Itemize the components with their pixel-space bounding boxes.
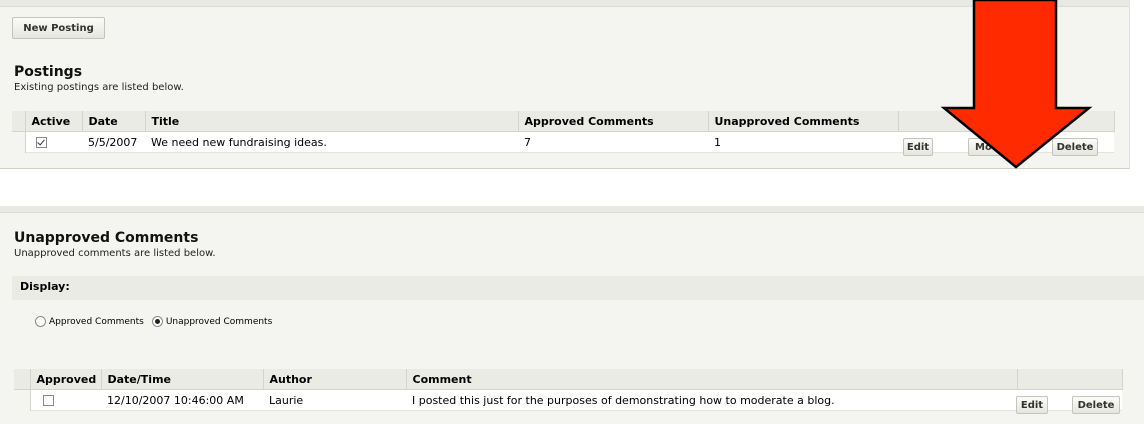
annotation-arrow-icon [940,0,1093,169]
arrow-shape [940,0,1093,169]
